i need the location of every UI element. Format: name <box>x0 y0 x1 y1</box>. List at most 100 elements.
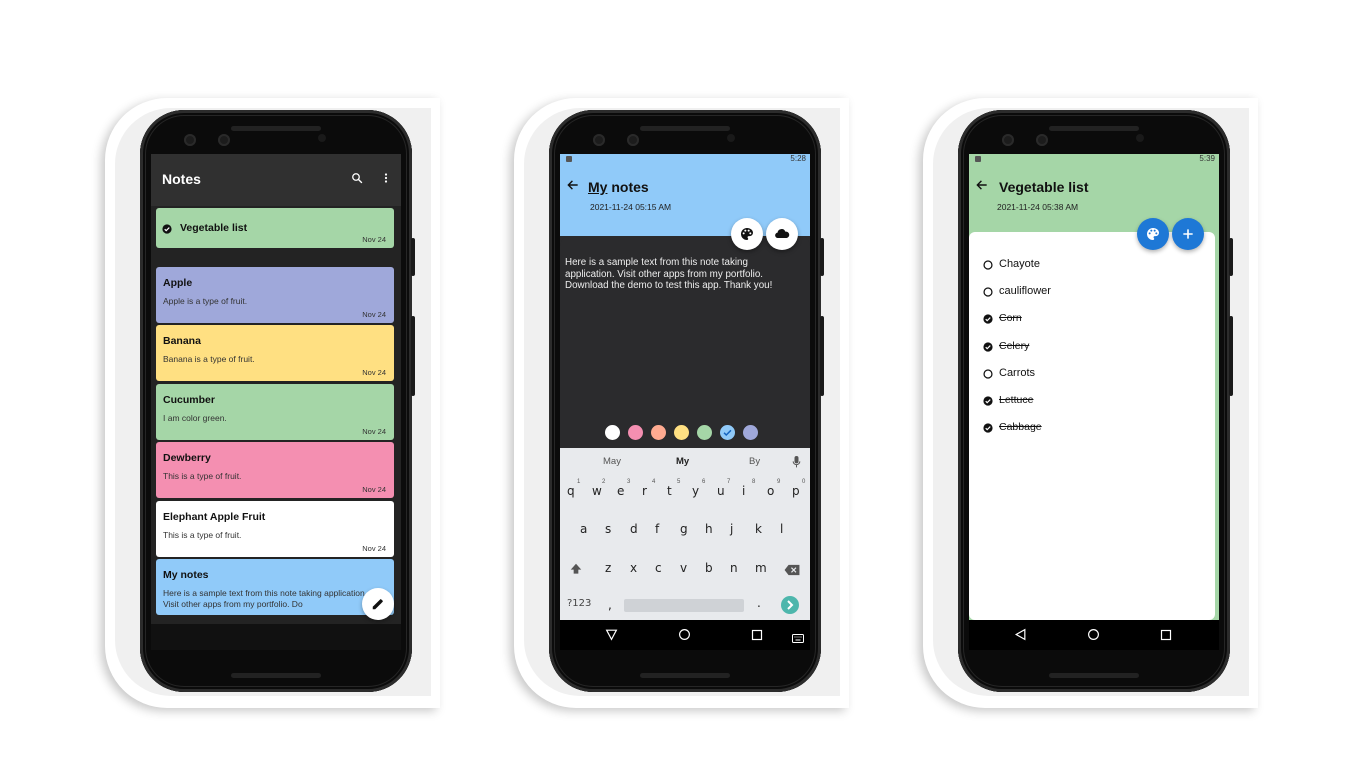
color-swatch[interactable] <box>605 425 620 440</box>
key[interactable]: l <box>780 522 783 536</box>
note-card[interactable]: Dewberry This is a type of fruit. Nov 24 <box>156 442 394 498</box>
note-title-rest: notes <box>607 179 649 195</box>
bottom-bar <box>151 624 401 650</box>
suggestion-word[interactable]: My <box>676 456 689 467</box>
unchecked-circle-icon[interactable] <box>983 369 993 379</box>
note-title: Cucumber <box>163 393 215 406</box>
nav-recents-icon[interactable] <box>751 628 763 646</box>
nav-recents-icon[interactable] <box>1160 628 1172 646</box>
note-title[interactable]: My notes <box>588 179 649 195</box>
key[interactable]: q <box>567 484 575 498</box>
spacebar[interactable] <box>624 599 744 612</box>
key[interactable]: n <box>730 561 738 575</box>
key[interactable]: i <box>742 484 745 498</box>
key[interactable]: f <box>655 522 659 536</box>
enter-key[interactable] <box>781 596 799 614</box>
phone-notes-list: Notes Vegetable list Nov 24 Apple Apple is … <box>140 110 415 692</box>
key[interactable]: o <box>767 484 774 498</box>
cloud-save-button[interactable] <box>766 218 798 250</box>
notification-icon <box>975 156 981 162</box>
key-hint: 8 <box>752 479 756 485</box>
palette-button[interactable] <box>1137 218 1169 250</box>
palette-button[interactable] <box>731 218 763 250</box>
suggestion-word[interactable]: By <box>749 456 760 467</box>
earpiece <box>640 126 730 131</box>
nav-back-icon[interactable] <box>1014 628 1027 646</box>
key[interactable]: k <box>755 522 762 536</box>
note-body-text[interactable]: Here is a sample text from this note tak… <box>565 257 796 292</box>
key[interactable]: z <box>605 561 611 575</box>
bottom-speaker <box>640 673 730 678</box>
key[interactable]: u <box>717 484 725 498</box>
status-bar: 5:28 <box>560 154 810 164</box>
key[interactable]: w <box>592 484 602 498</box>
key-hint: 0 <box>802 479 806 485</box>
app-title: Notes <box>162 171 201 187</box>
key[interactable]: b <box>705 561 713 575</box>
more-vert-icon[interactable] <box>381 171 391 189</box>
comma-key[interactable]: , <box>608 598 612 612</box>
key[interactable]: p <box>792 484 800 498</box>
unchecked-circle-icon[interactable] <box>983 260 993 270</box>
key[interactable]: e <box>617 484 624 498</box>
checklist-title[interactable]: Vegetable list <box>999 179 1088 195</box>
color-swatch[interactable] <box>674 425 689 440</box>
key[interactable]: c <box>655 561 662 575</box>
new-note-button[interactable] <box>362 588 394 620</box>
note-card[interactable]: Banana Banana is a type of fruit. Nov 24 <box>156 325 394 381</box>
key[interactable]: j <box>730 522 733 536</box>
key[interactable]: x <box>630 561 637 575</box>
edit-pencil-icon <box>372 599 383 610</box>
note-card[interactable]: Vegetable list Nov 24 <box>156 208 394 248</box>
checklist-item-label: Carrots <box>999 366 1036 379</box>
note-preview: Banana is a type of fruit. <box>163 354 255 364</box>
key[interactable]: m <box>755 561 767 575</box>
color-swatch[interactable] <box>743 425 758 440</box>
backspace-icon[interactable] <box>784 563 800 581</box>
note-title: Banana <box>163 335 201 347</box>
color-swatch[interactable] <box>651 425 666 440</box>
color-swatch[interactable] <box>720 425 735 440</box>
color-swatch[interactable] <box>628 425 643 440</box>
check-circle-icon <box>162 221 172 239</box>
key[interactable]: s <box>605 522 611 536</box>
period-key[interactable]: . <box>757 596 761 610</box>
note-card[interactable]: Apple Apple is a type of fruit. Nov 24 <box>156 266 394 323</box>
note-preview: This is a type of fruit. <box>163 529 242 540</box>
checked-circle-icon[interactable] <box>983 396 993 406</box>
note-title-underlined: My <box>588 179 608 195</box>
key[interactable]: y <box>692 484 699 498</box>
status-time: 5:39 <box>1199 154 1215 163</box>
keyboard-switch-icon[interactable] <box>792 630 804 648</box>
note-card[interactable]: Elephant Apple Fruit This is a type of fr… <box>156 500 394 557</box>
unchecked-circle-icon[interactable] <box>983 287 993 297</box>
key[interactable]: r <box>642 484 647 498</box>
key[interactable]: h <box>705 522 713 536</box>
note-date: Nov 24 <box>362 426 386 436</box>
checked-circle-icon[interactable] <box>983 342 993 352</box>
key[interactable]: d <box>630 522 638 536</box>
note-card[interactable]: Cucumber I am color green. Nov 24 <box>156 383 394 440</box>
nav-home-icon[interactable] <box>1087 628 1100 646</box>
symbols-key[interactable]: ?123 <box>567 598 591 609</box>
add-item-button[interactable] <box>1172 218 1204 250</box>
search-icon[interactable] <box>351 171 363 189</box>
nav-home-icon[interactable] <box>678 628 691 646</box>
key[interactable]: t <box>667 484 672 498</box>
microphone-icon[interactable] <box>792 455 801 473</box>
back-arrow-icon[interactable] <box>975 178 989 197</box>
key[interactable]: v <box>680 561 687 575</box>
back-arrow-icon[interactable] <box>566 178 580 197</box>
nav-back-icon[interactable] <box>605 628 618 646</box>
note-card[interactable]: My notes Here is a sample text from this … <box>156 559 394 615</box>
screen-checklist: 5:39 Vegetable list 2021-11-24 05:38 AM … <box>969 154 1219 650</box>
volume-button <box>820 316 824 396</box>
key[interactable]: g <box>680 522 688 536</box>
shift-icon[interactable] <box>569 562 583 581</box>
key[interactable]: a <box>580 522 587 536</box>
color-swatch[interactable] <box>697 425 712 440</box>
checked-circle-icon[interactable] <box>983 314 993 324</box>
checked-circle-icon[interactable] <box>983 423 993 433</box>
note-title: Vegetable list <box>180 222 248 234</box>
suggestion-word[interactable]: May <box>603 456 621 467</box>
